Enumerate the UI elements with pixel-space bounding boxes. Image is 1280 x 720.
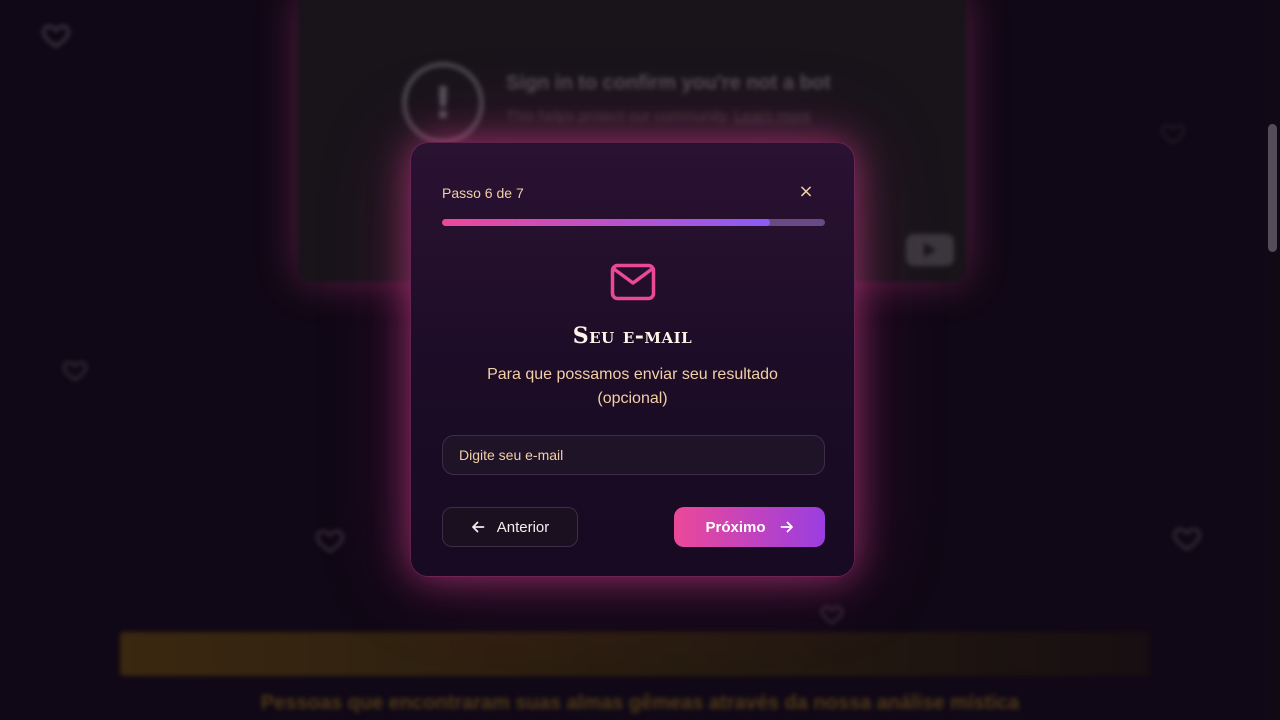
- next-button[interactable]: Próximo: [674, 507, 825, 547]
- arrow-right-icon: [780, 521, 793, 533]
- previous-button-label: Anterior: [496, 518, 550, 536]
- progress-bar: [442, 219, 825, 226]
- progress-bar-fill: [442, 219, 771, 226]
- modal-subtitle: Para que possamos enviar seu resultado (…: [487, 366, 778, 407]
- arrow-left-icon: [471, 521, 485, 533]
- page: ! Sign in to confirm you're not a bot Th…: [0, 0, 1280, 720]
- next-button-label: Próximo: [705, 518, 766, 536]
- previous-button[interactable]: Anterior: [442, 507, 578, 547]
- email-step-modal: Passo 6 de 7 × Seu e-mail Para que possa…: [410, 142, 855, 577]
- email-field[interactable]: [442, 435, 825, 475]
- step-label: Passo 6 de 7: [442, 185, 524, 201]
- modal-title: Seu e-mail: [572, 323, 693, 349]
- close-button[interactable]: ×: [795, 181, 817, 203]
- mail-icon: [610, 263, 656, 301]
